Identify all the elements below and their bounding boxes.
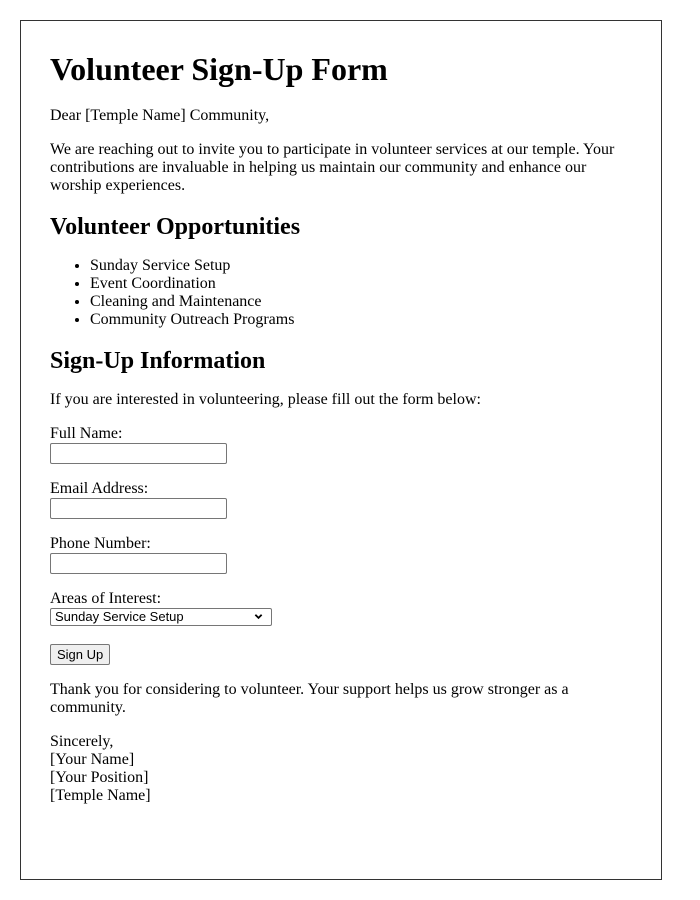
signer-organization: [Temple Name] (50, 787, 151, 804)
areas-selected-value: Sunday Service Setup (55, 609, 184, 624)
list-item: Cleaning and Maintenance (90, 293, 632, 311)
signature-block: Sincerely, [Your Name] [Your Position] [… (50, 733, 632, 805)
list-item: Community Outreach Programs (90, 311, 632, 329)
letter-container: Volunteer Sign-Up Form Dear [Temple Name… (20, 20, 662, 880)
signer-name: [Your Name] (50, 751, 135, 768)
greeting: Dear [Temple Name] Community, (50, 107, 270, 124)
opportunities-list: Sunday Service Setup Event Coordination … (50, 257, 632, 329)
full-name-label: Full Name: (50, 425, 123, 442)
phone-field-group: Phone Number: (50, 535, 632, 574)
areas-of-interest-select[interactable]: Sunday Service Setup (50, 608, 272, 626)
areas-label: Areas of Interest: (50, 590, 162, 607)
intro-paragraph: We are reaching out to invite you to par… (50, 141, 615, 194)
closing-paragraph: Thank you for considering to volunteer. … (50, 681, 569, 716)
email-label: Email Address: (50, 480, 149, 497)
phone-input[interactable] (50, 553, 227, 574)
chevron-down-icon (254, 614, 263, 620)
signup-form: Full Name: Email Address: Phone Number: … (50, 425, 632, 665)
email-input[interactable] (50, 498, 227, 519)
signup-heading: Sign-Up Information (50, 348, 266, 374)
full-name-field-group: Full Name: (50, 425, 632, 464)
phone-label: Phone Number: (50, 535, 151, 552)
signer-position: [Your Position] (50, 769, 149, 786)
email-field-group: Email Address: (50, 480, 632, 519)
opportunities-heading: Volunteer Opportunities (50, 214, 301, 240)
form-intro: If you are interested in volunteering, p… (50, 391, 481, 408)
areas-field-group: Areas of Interest: Sunday Service Setup (50, 590, 632, 626)
list-item: Event Coordination (90, 275, 632, 293)
sign-up-button[interactable]: Sign Up (50, 644, 111, 665)
page-title: Volunteer Sign-Up Form (50, 51, 388, 87)
list-item: Sunday Service Setup (90, 257, 632, 275)
full-name-input[interactable] (50, 443, 227, 464)
valediction: Sincerely, (50, 733, 114, 750)
